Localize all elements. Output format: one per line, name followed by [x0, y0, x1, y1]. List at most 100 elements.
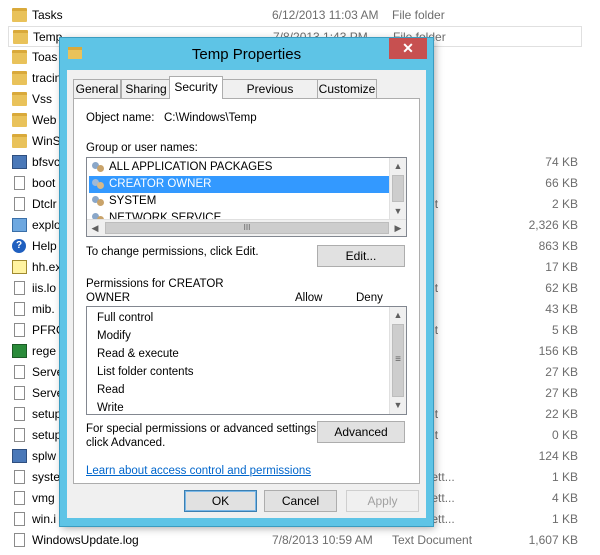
scroll-up-icon[interactable]: ▲: [390, 158, 406, 175]
scroll-down-icon[interactable]: ▼: [390, 203, 406, 220]
file-name: WindowsUpdate.log: [32, 533, 139, 547]
ok-button[interactable]: OK: [184, 490, 257, 512]
file-icon: [14, 176, 25, 190]
dialog-titlebar[interactable]: Temp Properties ✕: [60, 38, 433, 70]
file-size: 27 KB: [545, 386, 578, 400]
change-hint: To change permissions, click Edit.: [86, 246, 259, 258]
file-size: 2 KB: [551, 197, 578, 211]
file-name: Web: [32, 113, 57, 127]
permissions-vscrollbar[interactable]: ▲ ≡ ▼: [389, 307, 406, 414]
file-size: 156 KB: [538, 344, 578, 358]
permission-item: Read: [97, 384, 125, 396]
file-name: setup: [32, 428, 62, 442]
file-size: 22 KB: [545, 407, 578, 421]
user-icon: [91, 178, 105, 191]
group-icon: [91, 161, 105, 174]
tab-customize[interactable]: Customize: [317, 79, 377, 98]
file-size: 27 KB: [545, 365, 578, 379]
file-name: explo: [32, 218, 61, 232]
file-icon: [14, 302, 25, 316]
file-name: win.i: [32, 512, 57, 526]
file-name: iis.lo: [32, 281, 57, 295]
file-name: WinS: [32, 134, 61, 148]
help-viewer-icon: [12, 260, 27, 274]
file-size: 43 KB: [545, 302, 578, 316]
hscroll-thumb[interactable]: III: [105, 222, 389, 234]
list-item[interactable]: SYSTEM: [89, 193, 389, 210]
scroll-right-icon[interactable]: ▶: [390, 220, 406, 236]
file-size: 1 KB: [551, 470, 578, 484]
scroll-thumb[interactable]: ≡: [392, 324, 404, 397]
group-label: Group or user names:: [86, 142, 198, 154]
user-icon: [91, 195, 105, 208]
file-name: Dtclr: [32, 197, 57, 211]
file-name: rege: [32, 344, 57, 358]
explorer-icon: [12, 218, 27, 232]
scroll-left-icon[interactable]: ◀: [87, 220, 103, 236]
tab-sharing[interactable]: Sharing: [121, 79, 171, 98]
properties-dialog: Temp Properties ✕ General Sharing Securi…: [60, 38, 433, 526]
file-size: 863 KB: [538, 239, 578, 253]
list-item[interactable]: CREATOR OWNER: [89, 176, 389, 193]
permission-item: Write: [97, 402, 124, 414]
file-icon: [14, 512, 25, 526]
file-name: boot: [32, 176, 56, 190]
scroll-down-icon[interactable]: ▼: [390, 397, 406, 414]
file-size: 4 KB: [551, 491, 578, 505]
group-listbox[interactable]: ALL APPLICATION PACKAGES CREATOR OWNER S…: [86, 157, 407, 237]
file-name: Tasks: [32, 8, 63, 22]
file-size: 124 KB: [538, 449, 578, 463]
group-vscrollbar[interactable]: ▲ ▼: [389, 158, 406, 220]
file-name: hh.ex: [32, 260, 62, 274]
permission-item: Read & execute: [97, 348, 179, 360]
deny-header: Deny: [356, 292, 383, 304]
permissions-listbox[interactable]: Full control Modify Read & execute List …: [86, 306, 407, 415]
file-icon: [14, 365, 25, 379]
tab-security[interactable]: Security: [169, 76, 223, 99]
file-name: Serve: [32, 365, 64, 379]
folder-icon: [12, 50, 27, 64]
special-permissions-hint-2: click Advanced.: [86, 437, 166, 449]
file-name: Toas: [32, 50, 58, 64]
file-type: File folder: [392, 8, 445, 22]
scroll-up-icon[interactable]: ▲: [390, 307, 406, 324]
object-name-value: C:\Windows\Temp: [164, 112, 257, 124]
scroll-thumb[interactable]: [392, 175, 404, 202]
file-icon: [14, 323, 25, 337]
special-permissions-hint: For special permissions or advanced sett…: [86, 423, 320, 435]
file-date: 6/12/2013 11:03 AM: [272, 8, 379, 22]
file-name: Serve: [32, 386, 64, 400]
file-name: bfsvc: [32, 155, 61, 169]
file-name: tracin: [32, 71, 62, 85]
help-icon: ?: [12, 239, 26, 253]
file-size: 5 KB: [551, 323, 578, 337]
group-hscrollbar[interactable]: ◀ III ▶: [87, 219, 406, 236]
file-name: Temp: [33, 30, 63, 44]
file-row[interactable]: WindowsUpdate.log 7/8/2013 10:59 AM Text D…: [0, 530, 600, 551]
file-size: 0 KB: [551, 428, 578, 442]
advanced-button[interactable]: Advanced: [317, 421, 405, 443]
registry-icon: [12, 344, 27, 358]
folder-icon: [12, 92, 27, 106]
list-item[interactable]: ALL APPLICATION PACKAGES: [89, 159, 389, 176]
file-icon: [14, 197, 25, 211]
file-icon: [14, 428, 25, 442]
config-file-icon: [14, 470, 25, 484]
file-name: setup: [32, 407, 62, 421]
close-button[interactable]: ✕: [389, 38, 427, 59]
file-icon: [14, 533, 25, 547]
tab-previous-versions[interactable]: Previous Versions: [222, 79, 318, 114]
file-size: 1 KB: [551, 512, 578, 526]
tab-general[interactable]: General: [73, 79, 121, 98]
learn-more-link[interactable]: Learn about access control and permissio…: [86, 465, 311, 477]
file-row[interactable]: Tasks 6/12/2013 11:03 AM File folder: [0, 5, 600, 26]
file-size: 17 KB: [545, 260, 578, 274]
folder-icon: [12, 71, 27, 85]
file-icon: [14, 386, 25, 400]
permissions-for-label: Permissions for CREATOR: [86, 278, 224, 290]
cancel-button[interactable]: Cancel: [264, 490, 337, 512]
folder-icon: [12, 134, 27, 148]
edit-button[interactable]: Edit...: [317, 245, 405, 267]
file-date: 7/8/2013 10:59 AM: [272, 533, 373, 547]
apply-button[interactable]: Apply: [346, 490, 419, 512]
